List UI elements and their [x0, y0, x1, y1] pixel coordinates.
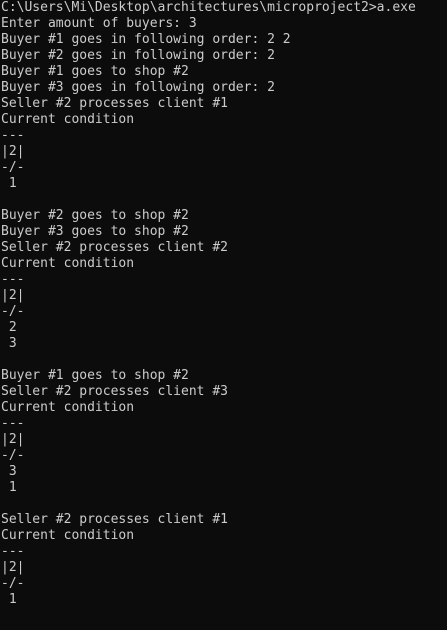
console-line: Seller #2 processes client #1 [1, 512, 228, 527]
console-line: Buyer #2 goes to shop #2 [1, 208, 189, 223]
console-line: --- [1, 544, 25, 559]
console-line: Current condition [1, 400, 135, 415]
console-line: --- [1, 128, 25, 143]
console-line: -/- [1, 448, 25, 463]
console-line: -/- [1, 160, 25, 175]
console-line: 3 [1, 464, 17, 479]
console-line: |2| [1, 560, 25, 575]
console-output[interactable]: C:\Users\Mi\Desktop\architectures\microp… [0, 0, 447, 630]
console-line: Buyer #1 goes in following order: 2 2 [1, 32, 291, 47]
console-line: 1 [1, 592, 17, 607]
console-line: Seller #2 processes client #2 [1, 240, 228, 255]
console-line: Buyer #3 goes in following order: 2 [1, 80, 275, 95]
console-line: 2 [1, 320, 17, 335]
console-line: Buyer #1 goes to shop #2 [1, 64, 189, 79]
console-line: Buyer #3 goes to shop #2 [1, 224, 189, 239]
console-line: Buyer #2 goes in following order: 2 [1, 48, 275, 63]
console-line: Current condition [1, 112, 135, 127]
console-line: C:\Users\Mi\Desktop\architectures\microp… [1, 0, 416, 15]
console-line: -/- [1, 576, 25, 591]
console-line: 1 [1, 480, 17, 495]
console-line: Seller #2 processes client #1 [1, 96, 228, 111]
console-line: 3 [1, 336, 17, 351]
console-line: 1 [1, 176, 17, 191]
console-line: |2| [1, 288, 25, 303]
console-line: -/- [1, 304, 25, 319]
console-line: Buyer #1 goes to shop #2 [1, 368, 189, 383]
console-line: |2| [1, 432, 25, 447]
console-line: Current condition [1, 256, 135, 271]
console-line: Current condition [1, 528, 135, 543]
console-line: --- [1, 272, 25, 287]
console-line: |2| [1, 144, 25, 159]
console-line: Enter amount of buyers: 3 [1, 16, 197, 31]
console-line: Seller #2 processes client #3 [1, 384, 228, 399]
console-line: --- [1, 416, 25, 431]
